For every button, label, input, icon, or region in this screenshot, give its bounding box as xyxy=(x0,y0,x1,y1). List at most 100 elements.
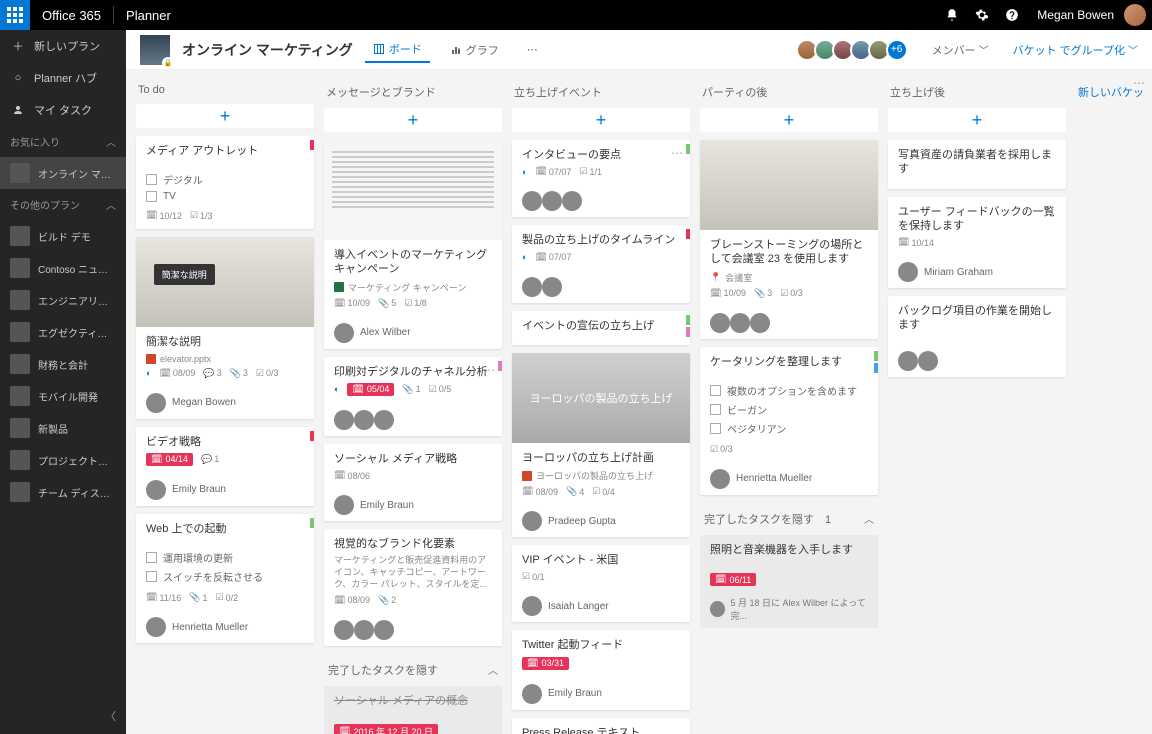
bucket-title[interactable]: メッセージとブランド xyxy=(324,80,502,108)
assignee-row[interactable]: Miriam Graham xyxy=(888,256,1066,288)
add-task-button[interactable]: + xyxy=(324,108,502,132)
task-card[interactable]: ブレーンストーミングの場所として会議室 23 を使用します 📍 会議室 🗓 10… xyxy=(700,140,878,339)
assignee-row[interactable] xyxy=(512,185,690,217)
tab-board[interactable]: ボード xyxy=(365,37,430,63)
completed-toggle[interactable]: 完了したタスクを隠す 1︿ xyxy=(700,503,878,535)
other-plans-section-header[interactable]: その他のプラン︿ xyxy=(0,189,126,220)
app-name[interactable]: Planner xyxy=(114,8,183,23)
collapse-sidebar-button[interactable]: 〈 xyxy=(105,708,116,724)
tab-chart[interactable]: グラフ xyxy=(442,38,507,62)
sidebar-plan[interactable]: モバイル開発 xyxy=(0,380,126,412)
sidebar-plan[interactable]: 財務と会計 xyxy=(0,348,126,380)
plan-title[interactable]: オンライン マーケティング xyxy=(182,40,353,60)
sidebar-plan[interactable]: Contoso ニュース xyxy=(0,252,126,284)
checklist-count: ☑ 1/8 xyxy=(404,298,427,309)
more-tabs[interactable]: ⋯ xyxy=(519,39,546,60)
completed-toggle[interactable]: 完了したタスクを隠す︿ xyxy=(324,654,502,686)
waffle-icon xyxy=(7,7,23,23)
sidebar-plan[interactable]: チーム ディスカッション xyxy=(0,476,126,508)
task-card[interactable]: ユーザー フィードバックの一覧を保持します 🗓 10/14 Miriam Gra… xyxy=(888,197,1066,289)
overdue-badge: 🗓 05/04 xyxy=(347,383,394,396)
powerpoint-icon xyxy=(146,354,156,364)
completed-card[interactable]: 照明と音楽機器を入手します ⋯ 🗓 06/11 5 月 18 日に Alex W… xyxy=(700,535,878,628)
user-name[interactable]: Megan Bowen xyxy=(1027,8,1124,22)
task-card[interactable]: メディア アウトレット デジタル TV 🗓 10/12 ☑ 1/3 xyxy=(136,136,314,229)
task-card[interactable]: バックログ項目の作業を開始します xyxy=(888,296,1066,377)
board-container[interactable]: To do + メディア アウトレット デジタル TV 🗓 10/12 ☑ 1/… xyxy=(126,70,1152,734)
assignee-row[interactable]: Pradeep Gupta xyxy=(512,505,690,537)
task-card[interactable]: ⋯ 印刷対デジタルのチャネル分析 ◐ 🗓 05/04 📎 1 ☑ 0/5 xyxy=(324,357,502,436)
task-card[interactable]: ソーシャル メディア戦略 🗓 08/06 Emily Braun xyxy=(324,444,502,521)
user-avatar[interactable] xyxy=(1124,4,1146,26)
bucket-title[interactable]: 立ち上げ後 xyxy=(888,80,1066,108)
assignee-row[interactable] xyxy=(324,404,502,436)
my-tasks-link[interactable]: マイ タスク xyxy=(0,94,126,126)
due-date: 🗓 10/09 xyxy=(710,288,746,299)
checklist-item[interactable]: ビーガン xyxy=(710,400,868,419)
more-members-badge[interactable]: +6 xyxy=(886,39,908,61)
card-more-icon[interactable]: ⋯ xyxy=(671,146,684,160)
members-dropdown[interactable]: メンバー ﹀ xyxy=(932,42,989,58)
plus-icon: ＋ xyxy=(10,38,26,54)
sidebar-plan-favorite[interactable]: オンライン マーケティ... xyxy=(0,157,126,189)
suite-brand[interactable]: Office 365 xyxy=(30,8,113,23)
task-card[interactable]: VIP イベント - 米国 ☑ 0/1 Isaiah Langer xyxy=(512,545,690,622)
assignee-row[interactable]: Henrietta Mueller xyxy=(700,463,878,495)
task-card[interactable]: 写真資産の請負業者を採用します xyxy=(888,140,1066,189)
task-card[interactable]: インタビューの要点 ⋯ ◐ 🗓 07/07 ☑ 1/1 xyxy=(512,140,690,217)
task-card[interactable]: 視覚的なブランド化要素 マーケティングと販売促進資料用のアイコン、キャッチコピー… xyxy=(324,529,502,645)
task-card[interactable]: ビデオ戦略 🗓 04/14 💬 1 Emily Braun xyxy=(136,427,314,506)
group-by-dropdown[interactable]: バケット でグループ化 ﹀ xyxy=(1013,42,1138,58)
checklist-item[interactable]: ベジタリアン xyxy=(710,419,868,438)
add-task-button[interactable]: + xyxy=(888,108,1066,132)
new-plan-button[interactable]: ＋ 新しいプラン xyxy=(0,30,126,62)
task-card[interactable]: Web 上での起動 運用環境の更新 スイッチを反転させる 🗓 11/16 📎 1… xyxy=(136,514,314,643)
assignee-row[interactable] xyxy=(888,345,1066,377)
task-card[interactable]: ヨーロッパの製品の立ち上げ ヨーロッパの立ち上げ計画 ヨーロッパの製品の立ち上げ… xyxy=(512,353,690,537)
plan-thumbnail[interactable]: 🔒 xyxy=(140,35,170,65)
settings-icon[interactable] xyxy=(967,0,997,30)
assignee-row[interactable]: Isaiah Langer xyxy=(512,590,690,622)
checklist-item[interactable]: スイッチを反転させる xyxy=(146,567,304,586)
task-card[interactable]: イベントの宣伝の立ち上げ xyxy=(512,311,690,345)
task-card[interactable]: ケータリングを整理します 複数のオプションを含めます ビーガン ベジタリアン ☑… xyxy=(700,347,878,495)
card-more-icon[interactable]: ⋯ xyxy=(1133,76,1146,90)
assignee-row[interactable]: Alex Wilber xyxy=(324,317,502,349)
bucket-title[interactable]: To do xyxy=(136,80,314,104)
task-card[interactable]: 導入イベントのマーケティング キャンペーン マーケティング キャンペーン 🗓 1… xyxy=(324,140,502,349)
checklist-item[interactable]: TV xyxy=(146,189,304,204)
add-task-button[interactable]: + xyxy=(700,108,878,132)
assignee-row[interactable]: Emily Braun xyxy=(136,474,314,506)
member-avatars[interactable]: +6 xyxy=(800,39,908,61)
planner-hub-link[interactable]: ○ Planner ハブ xyxy=(0,62,126,94)
assignee-row[interactable] xyxy=(324,614,502,646)
sidebar-plan[interactable]: ビルド デモ xyxy=(0,220,126,252)
completed-card[interactable]: ソーシャル メディアの概念 ⋯ 🗓 2016 年 12 月 20 日 12 日 … xyxy=(324,686,502,734)
task-card[interactable]: 簡潔な説明 簡潔な説明 elevator.pptx ◐ 🗓 08/09 💬 3 … xyxy=(136,237,314,418)
bucket-title[interactable]: 立ち上げイベント xyxy=(512,80,690,108)
notifications-icon[interactable] xyxy=(937,0,967,30)
sidebar-plan[interactable]: エンジニアリング xyxy=(0,284,126,316)
assignee-row[interactable]: Emily Braun xyxy=(324,489,502,521)
sidebar-plan[interactable]: プロジェクト管理 xyxy=(0,444,126,476)
checklist-item[interactable]: 運用環境の更新 xyxy=(146,548,304,567)
assignee-row[interactable]: Megan Bowen xyxy=(136,387,314,419)
task-card[interactable]: Press Release テキスト 📎 3 xyxy=(512,718,690,734)
add-task-button[interactable]: + xyxy=(512,108,690,132)
favorites-section-header[interactable]: お気に入り︿ xyxy=(0,126,126,157)
bucket-message-brand: メッセージとブランド + 導入イベントのマーケティング キャンペーン マーケティ… xyxy=(324,80,502,724)
task-card[interactable]: Twitter 起動フィード 🗓 03/31 Emily Braun xyxy=(512,630,690,709)
assignee-row[interactable] xyxy=(512,271,690,303)
sidebar-plan[interactable]: エグゼクティブ コーナー xyxy=(0,316,126,348)
task-card[interactable]: 製品の立ち上げのタイムライン ◐ 🗓 07/07 xyxy=(512,225,690,302)
assignee-row[interactable]: Henrietta Mueller xyxy=(136,611,314,643)
add-task-button[interactable]: + xyxy=(136,104,314,128)
sidebar-plan[interactable]: 新製品 xyxy=(0,412,126,444)
checklist-item[interactable]: 複数のオプションを含めます xyxy=(710,381,868,400)
assignee-row[interactable] xyxy=(700,307,878,339)
checklist-item[interactable]: デジタル xyxy=(146,170,304,189)
app-launcher[interactable] xyxy=(0,0,30,30)
assignee-row[interactable]: Emily Braun xyxy=(512,678,690,710)
help-icon[interactable] xyxy=(997,0,1027,30)
bucket-title[interactable]: パーティの後 xyxy=(700,80,878,108)
